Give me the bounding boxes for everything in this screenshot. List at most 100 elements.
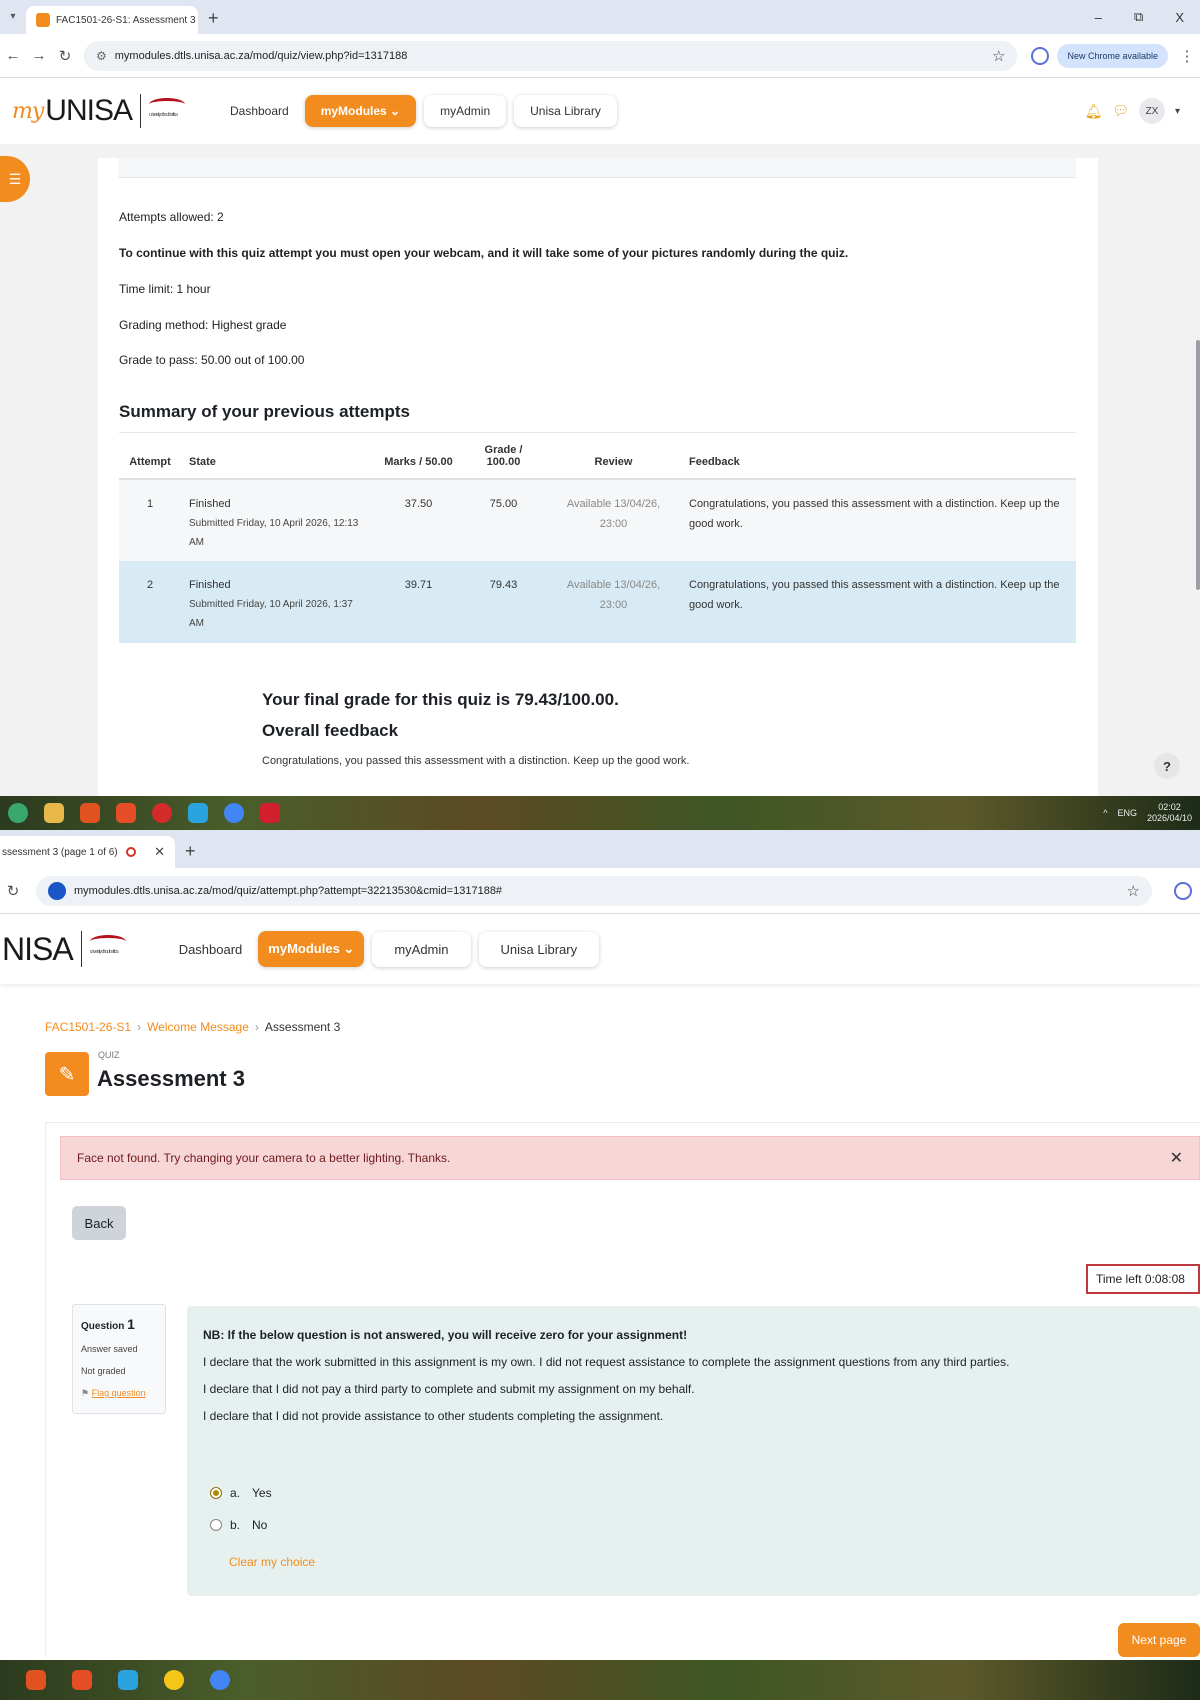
back-button[interactable]: Back — [72, 1206, 126, 1240]
tab-title: FAC1501-26-S1: Assessment 3 — [56, 14, 196, 26]
grading-method: Grading method: Highest grade — [119, 318, 287, 332]
new-chrome-available-button[interactable]: New Chrome available — [1057, 43, 1168, 68]
nav-unisa-library[interactable]: Unisa Library — [478, 931, 600, 967]
telegram-icon[interactable] — [188, 803, 208, 823]
myunisa-logo[interactable]: NISA — [2, 931, 131, 968]
tab-close-icon[interactable]: ✕ — [146, 844, 165, 860]
notifications-bell-icon[interactable]: 🔔︎ — [1085, 103, 1103, 120]
attempt-state: Finished Submitted Friday, 10 April 2026… — [181, 479, 376, 561]
url-bar[interactable]: mymodules.dtls.unisa.ac.za/mod/quiz/atte… — [36, 875, 1152, 906]
bookmark-star-icon[interactable]: ☆ — [992, 47, 1005, 65]
unisa-crest-icon — [80, 931, 131, 967]
nav-myadmin[interactable]: myAdmin — [424, 95, 507, 127]
option-yes[interactable]: a. Yes — [210, 1486, 272, 1500]
table-row: 1 Finished Submitted Friday, 10 April 20… — [119, 479, 1076, 561]
nav-myadmin[interactable]: myAdmin — [372, 931, 471, 967]
messages-icon[interactable]: 💬︎ — [1112, 103, 1129, 119]
state-label: Finished — [189, 498, 231, 510]
user-menu-chevron-icon[interactable]: ▾ — [1175, 106, 1180, 117]
quiz-type-label: QUIZ — [98, 1050, 120, 1060]
summary-heading: Summary of your previous attempts — [119, 402, 410, 421]
close-window-button[interactable]: X — [1159, 10, 1200, 25]
flag-question-link[interactable]: ⚑ Flag question — [81, 1382, 157, 1404]
grading-status: Not graded — [81, 1366, 126, 1376]
alert-text: Face not found. Try changing your camera… — [77, 1151, 451, 1165]
forward-arrow-icon[interactable]: → — [26, 47, 52, 64]
language-indicator[interactable]: ENG — [1117, 808, 1137, 818]
unisa-favicon-icon — [36, 13, 50, 27]
logo-unisa: NISA — [2, 930, 74, 967]
flag-question-label: Flag question — [91, 1388, 146, 1398]
flame-app-icon[interactable] — [26, 1670, 46, 1690]
telegram-icon[interactable] — [118, 1670, 138, 1690]
right-scrollbar[interactable] — [1196, 340, 1200, 590]
clock[interactable]: 02:02 2026/04/10 — [1147, 802, 1192, 824]
profile-icon[interactable] — [1174, 881, 1192, 900]
nav-dashboard[interactable]: Dashboard — [222, 104, 297, 118]
clear-my-choice-link[interactable]: Clear my choice — [229, 1555, 315, 1569]
chrome-taskbar-icon[interactable] — [210, 1670, 230, 1690]
question-number-value: 1 — [127, 1316, 135, 1332]
back-arrow-icon[interactable]: ← — [0, 47, 26, 64]
brave-browser-icon[interactable] — [116, 803, 136, 823]
help-button[interactable]: ? — [1154, 753, 1180, 779]
opera-browser-icon[interactable] — [152, 803, 172, 823]
brave-browser-icon[interactable] — [72, 1670, 92, 1690]
tab-assessment[interactable]: FAC1501-26-S1: Assessment 3 ✕ — [26, 6, 198, 34]
breadcrumb-separator: › — [137, 1020, 142, 1034]
breadcrumb-course[interactable]: FAC1501-26-S1 — [45, 1020, 131, 1034]
answer-status: Answer saved — [81, 1344, 138, 1354]
restore-button[interactable]: ⧉ — [1118, 9, 1159, 25]
breadcrumb-welcome[interactable]: Welcome Message — [147, 1020, 249, 1034]
flame-app-icon[interactable] — [80, 803, 100, 823]
clock-date: 2026/04/10 — [1146, 813, 1192, 823]
radio-yes[interactable] — [210, 1487, 222, 1499]
col-state: State — [181, 438, 376, 480]
alert-close-icon[interactable]: ✕ — [1170, 1148, 1183, 1168]
tab-assessment-attempt[interactable]: ssessment 3 (page 1 of 6) ✕ — [0, 836, 175, 868]
profile-icon[interactable] — [1031, 46, 1050, 65]
declaration-line-3: I declare that I did not provide assista… — [203, 1409, 664, 1423]
minimize-button[interactable]: – — [1079, 10, 1118, 25]
new-tab-button[interactable]: + — [198, 2, 229, 34]
breadcrumb-current: Assessment 3 — [264, 1020, 341, 1034]
reload-icon[interactable]: ↻ — [0, 882, 26, 900]
url-text: mymodules.dtls.unisa.ac.za/mod/quiz/atte… — [74, 884, 503, 897]
chrome-menu-icon[interactable]: ⋮ — [1174, 47, 1200, 65]
tray-chevron-icon[interactable]: ^ — [1103, 808, 1107, 818]
site-info-icon[interactable] — [48, 881, 66, 900]
nav-dashboard[interactable]: Dashboard — [171, 942, 251, 957]
nav-unisa-library[interactable]: Unisa Library — [514, 95, 617, 127]
url-bar[interactable]: ⚙ mymodules.dtls.unisa.ac.za/mod/quiz/vi… — [84, 40, 1018, 71]
header-right: 🔔︎ 💬︎ ZX ▾ — [1085, 98, 1200, 124]
radio-no[interactable] — [210, 1519, 222, 1531]
time-left-timer: Time left 0:08:08 — [1086, 1264, 1200, 1294]
attempts-table: Attempt State Marks / 50.00 Grade / 100.… — [119, 438, 1076, 643]
maps-icon[interactable] — [164, 1670, 184, 1690]
windows-taskbar-top: ^ ENG 02:02 2026/04/10 — [0, 796, 1200, 830]
declaration-line-1: I declare that the work submitted in thi… — [203, 1355, 1010, 1369]
avatar[interactable]: ZX — [1138, 98, 1165, 124]
reload-icon[interactable]: ↻ — [52, 47, 78, 65]
start-orb-icon[interactable] — [8, 803, 28, 823]
option-no[interactable]: b. No — [210, 1518, 267, 1532]
logo-unisa: UNISA — [45, 94, 133, 127]
question-warning: NB: If the below question is not answere… — [203, 1328, 688, 1342]
chrome-taskbar-icon[interactable] — [224, 803, 244, 823]
question-number: Question 1 — [81, 1313, 157, 1338]
time-limit: Time limit: 1 hour — [119, 282, 211, 296]
attempt-feedback: Congratulations, you passed this assessm… — [681, 479, 1076, 561]
bookmark-star-icon[interactable]: ☆ — [1127, 882, 1140, 900]
pdf-reader-icon[interactable] — [260, 803, 280, 823]
file-explorer-icon[interactable] — [44, 803, 64, 823]
next-page-button[interactable]: Next page — [1118, 1623, 1200, 1657]
nav-mymodules[interactable]: myModules ⌄ — [258, 931, 365, 967]
webcam-notice: To continue with this quiz attempt you m… — [119, 246, 849, 260]
card-top-divider — [118, 158, 1076, 178]
myunisa-logo[interactable]: my UNISA — [12, 94, 186, 128]
new-tab-button[interactable]: + — [175, 834, 206, 868]
site-info-icon[interactable]: ⚙ — [96, 49, 107, 63]
tab-search-icon[interactable]: ▾ — [0, 0, 26, 34]
grade-to-pass: Grade to pass: 50.00 out of 100.00 — [119, 353, 305, 367]
nav-mymodules[interactable]: myModules ⌄ — [304, 95, 417, 127]
